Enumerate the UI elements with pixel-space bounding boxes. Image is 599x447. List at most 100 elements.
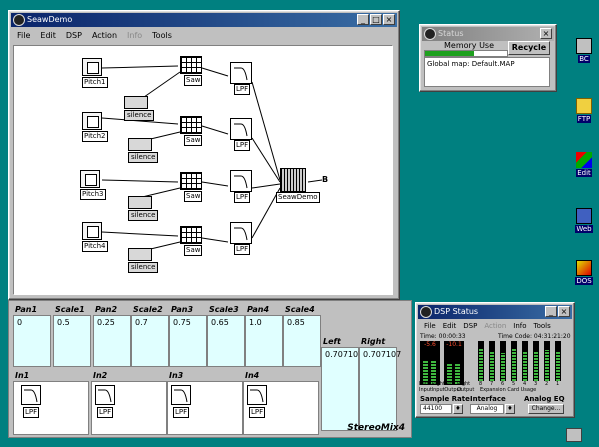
silence2-node[interactable] xyxy=(128,138,152,151)
status-title-bar[interactable]: Status × xyxy=(422,27,554,41)
scale4-field[interactable]: 0.85 xyxy=(283,315,321,367)
lowpass-curve-icon xyxy=(174,389,188,403)
window-title: DSP Status xyxy=(434,307,479,316)
scale3-field[interactable]: 0.65 xyxy=(207,315,245,367)
main-title-bar[interactable]: SeawDemo _ □ × xyxy=(11,13,397,27)
msdos-icon xyxy=(576,260,592,276)
menu-dsp[interactable]: DSP xyxy=(66,29,82,43)
pitch4-node[interactable] xyxy=(82,222,102,240)
desktop-icon-web[interactable]: Web xyxy=(566,208,599,233)
mixer-label: SeawDemo xyxy=(276,192,320,203)
sample-rate-field[interactable]: 44100 xyxy=(420,404,452,414)
computer-icon xyxy=(576,38,592,54)
recycle-button[interactable]: Recycle xyxy=(508,41,550,55)
left-output-label: Left Output xyxy=(444,381,462,393)
pitch2-node[interactable] xyxy=(82,112,102,130)
dsp-title-bar[interactable]: DSP Status _ × xyxy=(418,305,572,319)
expansion-card-bar xyxy=(523,350,527,381)
menu-info[interactable]: Info xyxy=(127,29,142,43)
dsp-menu-edit[interactable]: Edit xyxy=(443,319,457,333)
stereo-mixer-node[interactable] xyxy=(280,168,306,192)
in3-lpf-node[interactable] xyxy=(247,385,267,405)
in2-lpf-node[interactable] xyxy=(171,385,191,405)
scale1-field[interactable]: 0.5 xyxy=(53,315,91,367)
pan4-field[interactable]: 1.0 xyxy=(245,315,283,367)
interface-field[interactable]: Analog xyxy=(470,404,504,414)
time-label: Time: xyxy=(420,333,437,340)
maximize-icon[interactable]: □ xyxy=(370,14,382,25)
menu-action[interactable]: Action xyxy=(92,29,117,43)
in1-lpf-node[interactable] xyxy=(95,385,115,405)
in4-lpf-node[interactable] xyxy=(21,385,41,405)
dsp-menu-file[interactable]: File xyxy=(424,319,436,333)
menu-edit[interactable]: Edit xyxy=(40,29,56,43)
dsp-menu-action[interactable]: Action xyxy=(484,319,506,333)
dsp-menu-tools[interactable]: Tools xyxy=(534,319,551,333)
memory-use-bar xyxy=(424,50,508,57)
menu-file[interactable]: File xyxy=(17,29,30,43)
pitch2-label: Pitch2 xyxy=(82,131,108,142)
close-icon[interactable]: × xyxy=(383,14,395,25)
close-icon[interactable]: × xyxy=(558,306,570,317)
desktop-icon-dos[interactable]: DOS xyxy=(566,260,599,285)
minimize-icon[interactable]: _ xyxy=(545,306,557,317)
pan2-field[interactable]: 0.25 xyxy=(93,315,131,367)
silence4-node[interactable] xyxy=(128,248,152,261)
saw3-node[interactable] xyxy=(180,172,202,190)
minimize-icon[interactable]: _ xyxy=(357,14,369,25)
pitch1-node[interactable] xyxy=(82,58,102,76)
menu-tools[interactable]: Tools xyxy=(152,29,172,43)
right-label: Right xyxy=(361,337,386,346)
output-node[interactable]: B xyxy=(322,175,328,184)
expansion-card-bar xyxy=(501,352,505,381)
window-title: Status xyxy=(438,29,464,38)
pitch3-node[interactable] xyxy=(80,170,100,188)
desktop-icon-bc[interactable]: BC xyxy=(566,38,599,63)
pan4-label: Pan4 xyxy=(247,305,270,314)
right-field[interactable]: 0.707107 xyxy=(359,347,401,431)
patch-cords xyxy=(101,65,323,253)
timecode-label: Time Code: xyxy=(498,333,532,340)
silence3-node[interactable] xyxy=(128,196,152,209)
change-button[interactable]: Change... xyxy=(528,404,564,414)
lpf1-node[interactable] xyxy=(230,62,252,84)
patch-canvas[interactable]: Pitch1 silence Saw LPF Pitch2 silence Sa… xyxy=(13,45,393,295)
desktop-icon-ftp[interactable]: FTP xyxy=(566,98,599,123)
saw1-node[interactable] xyxy=(180,56,202,74)
lpf3-node[interactable] xyxy=(230,170,252,192)
close-icon[interactable]: × xyxy=(540,28,552,39)
saw2-node[interactable] xyxy=(180,116,202,134)
time-value: 00:00:33 xyxy=(438,333,466,340)
in4-label: In4 xyxy=(245,371,260,380)
expansion-card-number: 2 xyxy=(545,381,549,387)
dsp-menu-dsp[interactable]: DSP xyxy=(463,319,477,333)
timecode-value: 04:31:21:20 xyxy=(533,333,571,340)
lpf2-node[interactable] xyxy=(230,118,252,140)
pitch1-label: Pitch1 xyxy=(82,77,108,88)
pan1-field[interactable]: 0 xyxy=(13,315,51,367)
status-map-area: Global map: Default.MAP xyxy=(424,57,550,87)
silence1-node[interactable] xyxy=(124,96,148,109)
pitch4-label: Pitch4 xyxy=(82,241,108,252)
lowpass-curve-icon xyxy=(234,175,248,189)
left-field[interactable]: 0.707107 xyxy=(321,347,363,431)
stereomix-footer: StereoMix4 xyxy=(347,423,405,433)
desktop-icon-edit[interactable]: Edit xyxy=(566,152,599,177)
saw3-label: Saw xyxy=(184,191,203,202)
lowpass-curve-icon xyxy=(98,389,112,403)
scale2-field[interactable]: 0.7 xyxy=(131,315,169,367)
lowpass-curve-icon xyxy=(250,389,264,403)
interface-stepper[interactable]: ♦ xyxy=(505,404,515,414)
dsp-menu-info[interactable]: Info xyxy=(513,319,526,333)
expansion-card-number: 1 xyxy=(556,381,560,387)
web-icon xyxy=(576,208,592,224)
tray-icon[interactable] xyxy=(566,428,582,442)
saw4-node[interactable] xyxy=(180,226,202,244)
input-peak: -5.6 xyxy=(424,341,436,348)
pan3-field[interactable]: 0.75 xyxy=(169,315,207,367)
sample-rate-stepper[interactable]: ♦ xyxy=(453,404,463,414)
edit-icon xyxy=(576,152,592,168)
expansion-card-meter xyxy=(522,341,528,381)
lpf4-node[interactable] xyxy=(230,222,252,244)
expansion-label: Expansion Card Usage xyxy=(480,387,537,393)
